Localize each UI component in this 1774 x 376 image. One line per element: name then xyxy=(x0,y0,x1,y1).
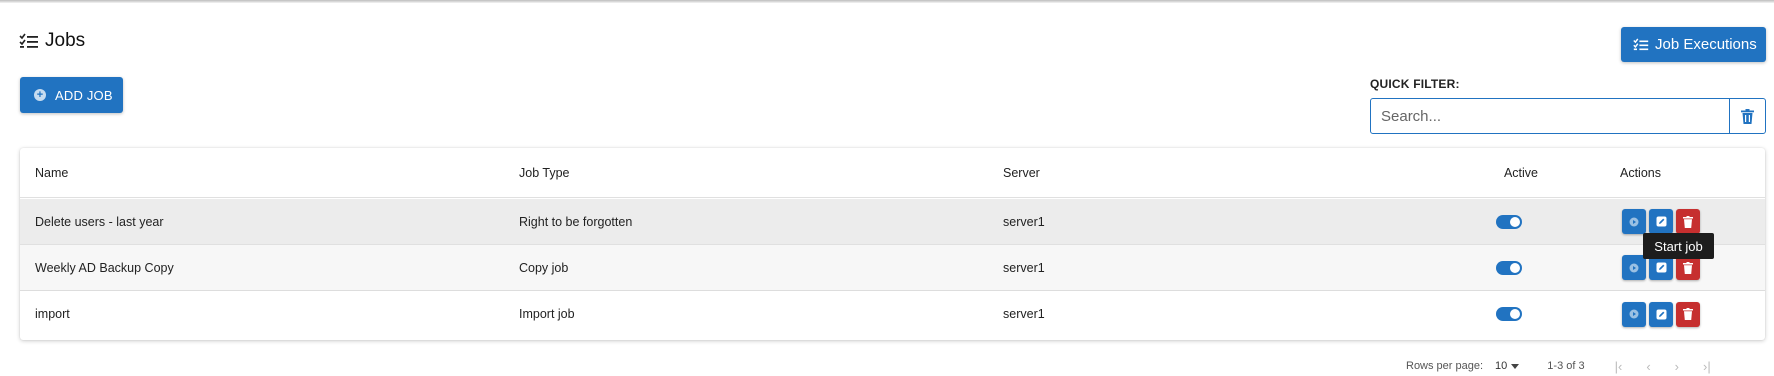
first-page-icon[interactable]: |‹ xyxy=(1615,359,1623,374)
job-executions-button[interactable]: Job Executions xyxy=(1621,27,1766,62)
header-job-type[interactable]: Job Type xyxy=(519,166,570,180)
rows-per-page-value: 10 xyxy=(1495,360,1508,372)
page-range: 1-3 of 3 xyxy=(1547,360,1585,372)
jobs-table: Name Job Type Server Active Actions Dele… xyxy=(20,148,1765,340)
table-row[interactable]: Weekly AD Backup Copy Copy job server1 xyxy=(20,245,1765,291)
edit-job-button[interactable] xyxy=(1649,209,1673,234)
header-server[interactable]: Server xyxy=(1003,166,1040,180)
clear-filter-button[interactable] xyxy=(1729,99,1765,133)
play-icon xyxy=(1629,309,1639,319)
trash-icon xyxy=(1741,108,1754,124)
add-job-button[interactable]: + ADD JOB xyxy=(20,77,123,113)
play-icon xyxy=(1629,263,1639,272)
active-toggle[interactable] xyxy=(1496,260,1522,275)
edit-job-button[interactable] xyxy=(1649,301,1673,327)
row-actions xyxy=(1622,301,1700,327)
table-row[interactable]: Delete users - last year Right to be for… xyxy=(20,199,1765,245)
table-header: Name Job Type Server Active Actions xyxy=(20,148,1765,198)
job-type: Right to be forgotten xyxy=(519,214,633,229)
job-server: server1 xyxy=(1003,260,1045,275)
job-name: Weekly AD Backup Copy xyxy=(35,260,174,275)
plus-circle-icon: + xyxy=(34,89,46,101)
delete-job-button[interactable] xyxy=(1676,209,1700,234)
page-title: Jobs xyxy=(19,30,85,52)
play-icon xyxy=(1629,217,1639,226)
start-job-button[interactable] xyxy=(1622,209,1646,234)
rows-per-page-select[interactable]: 10 xyxy=(1495,360,1520,372)
trash-icon xyxy=(1683,215,1693,228)
pagination: Rows per page: 10 1-3 of 3 |‹ ‹ › ›| xyxy=(1406,358,1711,374)
search-box xyxy=(1370,98,1766,134)
rows-per-page-label: Rows per page: xyxy=(1406,360,1484,372)
job-executions-label: Job Executions xyxy=(1655,36,1757,53)
job-name: Delete users - last year xyxy=(35,214,164,229)
job-type: Import job xyxy=(519,307,575,321)
search-input[interactable] xyxy=(1371,99,1729,133)
caret-down-icon xyxy=(1511,363,1520,369)
job-type: Copy job xyxy=(519,260,569,275)
header-name[interactable]: Name xyxy=(35,166,68,180)
add-job-label: ADD JOB xyxy=(55,87,113,103)
trash-icon xyxy=(1683,261,1693,274)
job-server: server1 xyxy=(1003,307,1045,321)
header-active[interactable]: Active xyxy=(1486,166,1556,180)
top-shadow xyxy=(0,0,1774,3)
job-server: server1 xyxy=(1003,214,1045,229)
active-toggle[interactable] xyxy=(1496,214,1522,229)
start-job-button[interactable] xyxy=(1622,301,1646,327)
start-job-tooltip: Start job xyxy=(1643,233,1714,259)
prev-page-icon[interactable]: ‹ xyxy=(1646,359,1650,374)
table-row[interactable]: import Import job server1 xyxy=(20,291,1765,337)
list-check-icon xyxy=(1633,38,1649,51)
delete-job-button[interactable] xyxy=(1676,301,1700,327)
last-page-icon[interactable]: ›| xyxy=(1703,359,1711,374)
trash-icon xyxy=(1683,308,1693,320)
header-actions: Actions xyxy=(1620,165,1661,180)
job-name: import xyxy=(35,307,70,321)
next-page-icon[interactable]: › xyxy=(1675,359,1679,374)
page-title-text: Jobs xyxy=(45,30,86,51)
active-toggle[interactable] xyxy=(1496,307,1522,321)
edit-icon xyxy=(1656,262,1666,273)
start-job-button[interactable] xyxy=(1622,255,1646,280)
row-actions xyxy=(1622,209,1700,234)
edit-icon xyxy=(1656,309,1666,319)
quick-filter-label: QUICK FILTER: xyxy=(1370,77,1460,91)
edit-icon xyxy=(1656,216,1666,227)
list-check-icon xyxy=(19,33,38,48)
